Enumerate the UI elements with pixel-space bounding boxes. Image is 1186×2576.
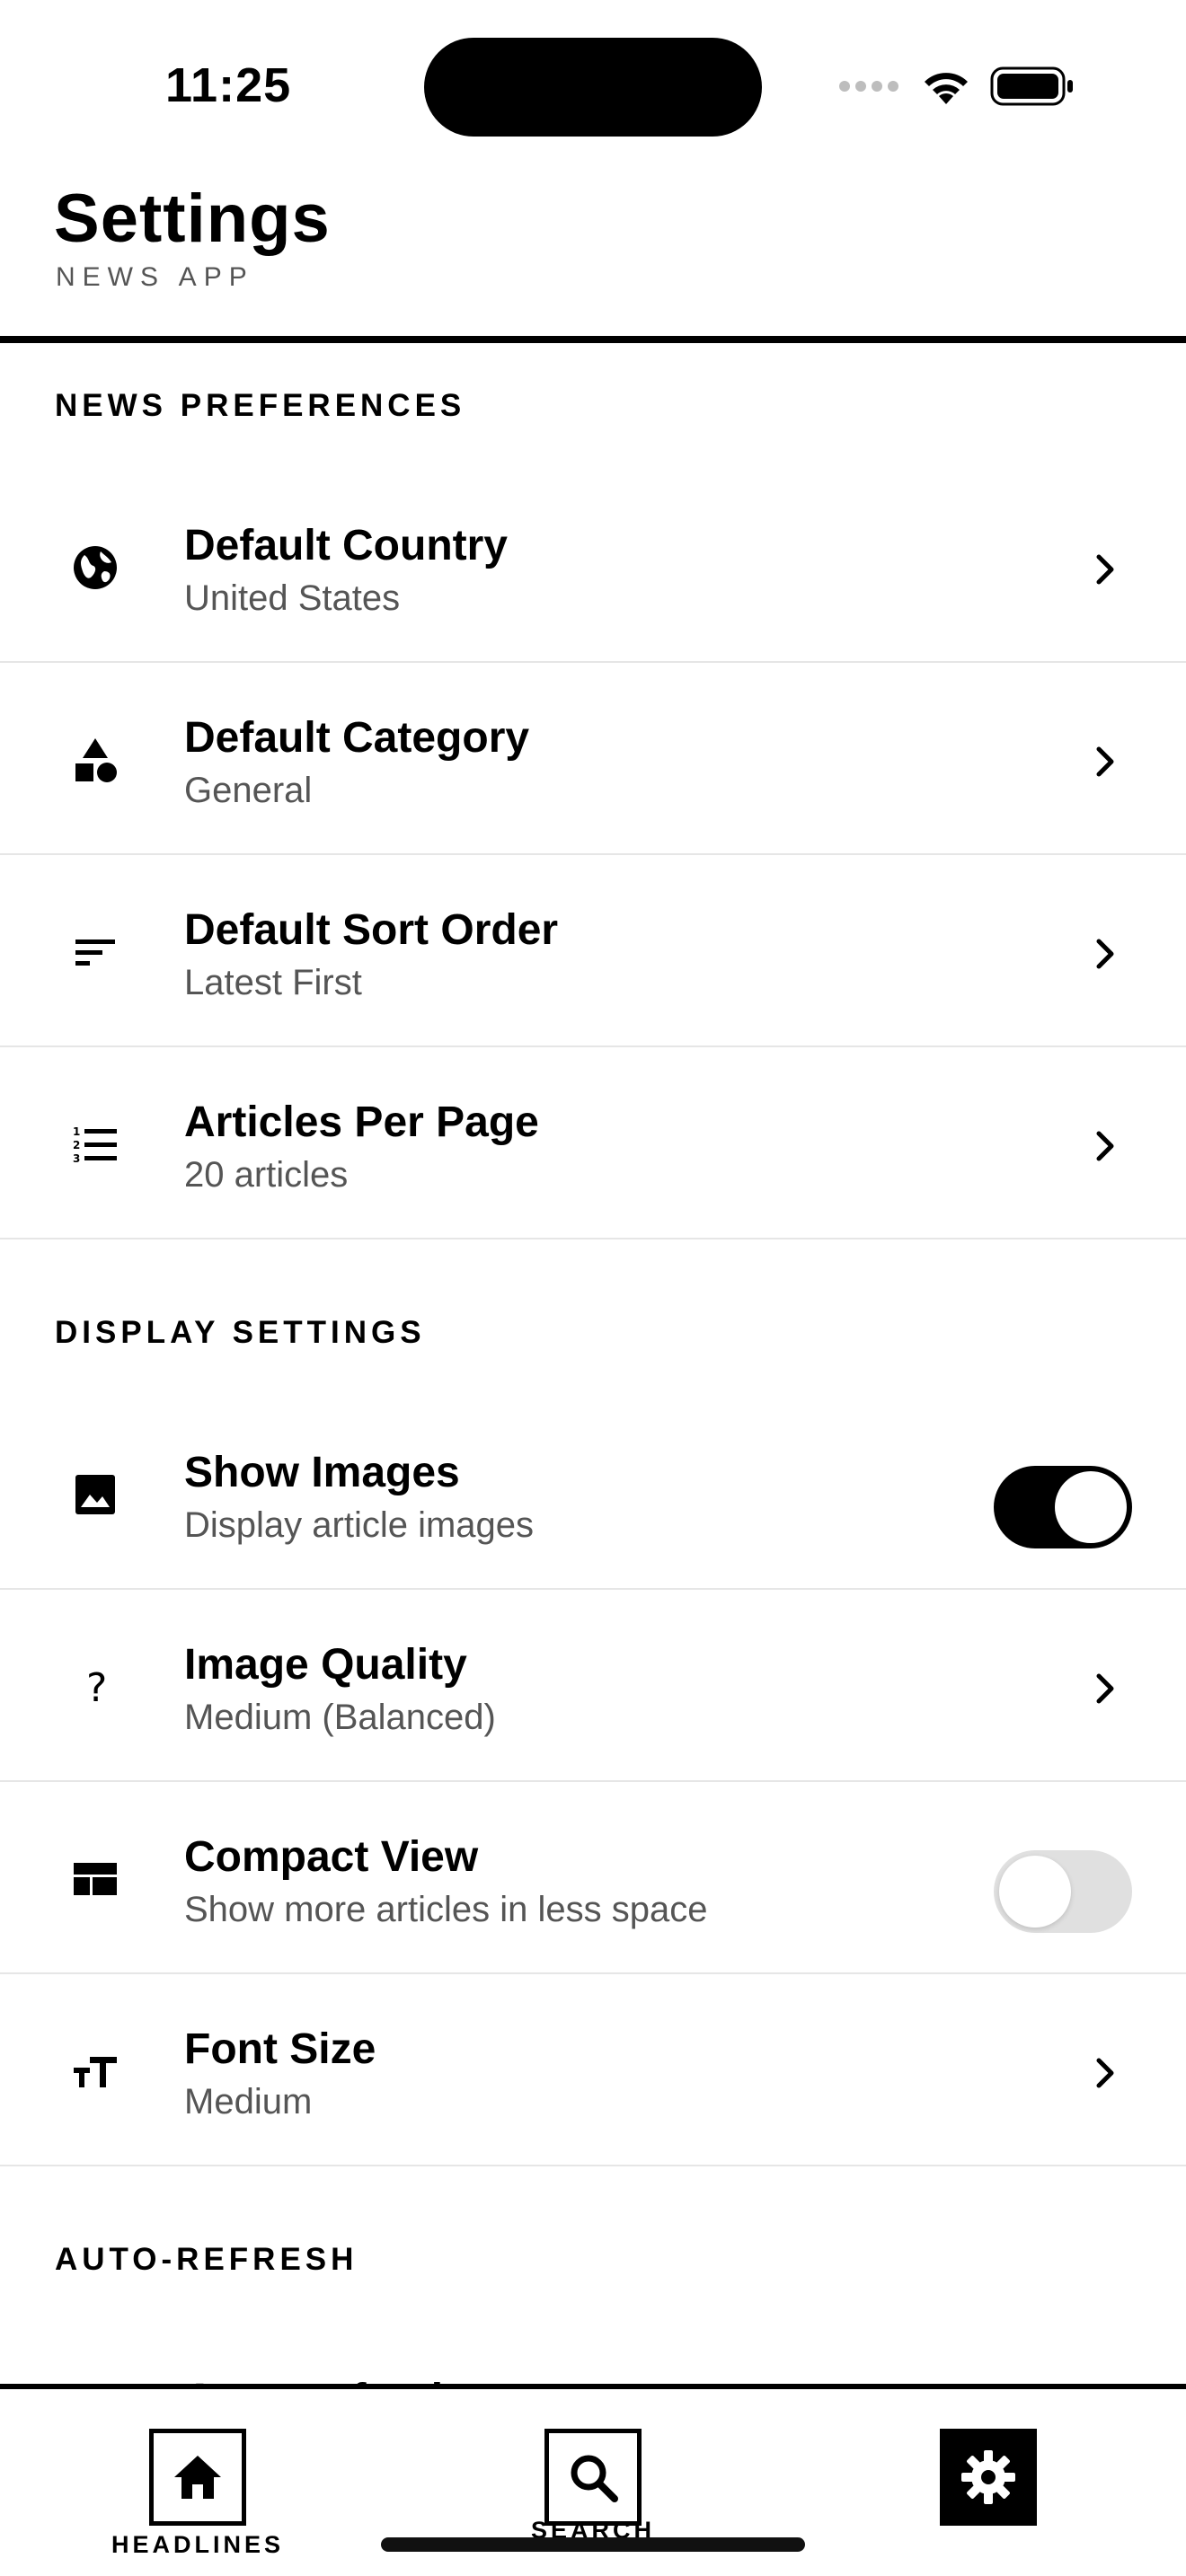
battery-icon [990,66,1073,106]
image-icon [68,1468,122,1522]
setting-title: Auto-Refresh [184,2375,457,2384]
question-icon: ? [68,1660,122,1714]
svg-text:?: ? [86,1665,107,1710]
tab-search[interactable]: SEARCH [512,2429,674,2545]
setting-value: Show more articles in less space [184,1890,708,1929]
home-icon [174,2456,221,2499]
numbered-list-icon: 1 2 3 [68,1117,122,1171]
tab-headlines-box[interactable] [149,2429,246,2526]
page-subtitle: NEWS APP [56,262,254,292]
status-bar: 11:25 [0,0,1186,171]
setting-title: Compact View [184,1833,479,1881]
setting-value: Latest First [184,963,362,1002]
settings-list[interactable]: NEWS PREFERENCES Default Country United … [0,343,1186,2384]
setting-value: General [184,771,313,810]
tab-settings[interactable] [907,2429,1069,2526]
compact-layout-icon [68,1852,122,1906]
setting-value: Display article images [184,1505,535,1545]
svg-text:1: 1 [73,1125,80,1138]
setting-value: Medium [184,2082,313,2122]
setting-default-sort-order[interactable]: Default Sort Order Latest First [0,855,1186,1047]
show-images-toggle[interactable] [994,1466,1132,1548]
section-display-settings: DISPLAY SETTINGS Show Images Display art… [0,1239,1186,2166]
category-shapes-icon [68,733,122,787]
setting-title: Articles Per Page [184,1098,539,1146]
chevron-right-icon [1096,939,1114,969]
compact-view-toggle[interactable] [994,1850,1132,1933]
header-divider [0,336,1186,343]
section-news-preferences: NEWS PREFERENCES Default Country United … [0,343,1186,1239]
setting-image-quality[interactable]: ? Image Quality Medium (Balanced) [0,1590,1186,1782]
setting-show-images[interactable]: Show Images Display article images [0,1398,1186,1590]
setting-default-country[interactable]: Default Country United States [0,471,1186,663]
setting-font-size[interactable]: Font Size Medium [0,1974,1186,2166]
tab-label: HEADLINES [111,2531,285,2558]
tab-search-box[interactable] [544,2429,642,2526]
setting-default-category[interactable]: Default Category General [0,663,1186,855]
setting-value: Medium (Balanced) [184,1698,496,1737]
setting-title: Default Sort Order [184,906,559,954]
toggle-knob [999,1856,1071,1928]
tab-headlines[interactable]: HEADLINES [111,2429,280,2559]
globe-icon [68,541,122,595]
toggle-knob [1055,1471,1127,1543]
section-header: AUTO-REFRESH [55,2242,358,2277]
chevron-right-icon [1096,1673,1114,1704]
setting-auto-refresh[interactable]: Auto-Refresh [0,2325,1186,2384]
sort-icon [68,925,122,979]
dynamic-island [424,38,762,137]
gear-icon [961,2450,1015,2504]
setting-title: Font Size [184,2025,376,2073]
setting-title: Default Category [184,714,530,762]
chevron-right-icon [1096,746,1114,777]
svg-text:3: 3 [73,1152,80,1165]
section-header: DISPLAY SETTINGS [55,1315,426,1350]
tab-settings-box[interactable] [940,2429,1037,2526]
status-icons [839,65,1075,108]
status-time: 11:25 [165,58,292,112]
setting-title: Show Images [184,1449,460,1496]
setting-value: 20 articles [184,1155,349,1195]
setting-articles-per-page[interactable]: 1 2 3 Articles Per Page 20 articles [0,1047,1186,1239]
section-auto-refresh: AUTO-REFRESH Auto-Refresh [0,2166,1186,2384]
svg-text:2: 2 [73,1139,80,1151]
wifi-icon [925,73,968,104]
page-header: Settings NEWS APP [0,171,1186,343]
chevron-right-icon [1096,554,1114,585]
font-size-icon [68,2044,122,2098]
setting-title: Image Quality [184,1641,467,1689]
cellular-signal-icon [839,81,898,92]
setting-value: United States [184,578,401,618]
setting-title: Default Country [184,522,508,569]
section-header: NEWS PREFERENCES [55,388,466,423]
chevron-right-icon [1096,1131,1114,1161]
chevron-right-icon [1096,2058,1114,2088]
page-title: Settings [54,181,331,257]
search-icon [571,2455,618,2502]
setting-compact-view[interactable]: Compact View Show more articles in less … [0,1782,1186,1974]
home-indicator [381,2537,805,2552]
